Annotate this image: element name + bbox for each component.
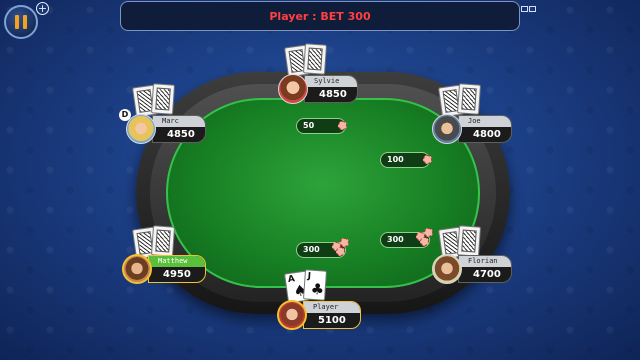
player-info-box: Sylvie 4850 <box>304 75 358 103</box>
pause-icon <box>15 15 19 29</box>
player-info-box: Florian 4700 <box>458 255 512 283</box>
bet-amount: 50 <box>303 121 315 130</box>
avatar-florian <box>432 254 462 284</box>
add-button[interactable]: + <box>36 2 49 15</box>
bet-amount: 300 <box>387 235 404 244</box>
player-name: Marc <box>153 116 205 127</box>
avatar-joe <box>432 114 462 144</box>
card-back <box>456 225 482 257</box>
player-chips: 4700 <box>473 269 501 280</box>
pause-button[interactable] <box>4 5 38 39</box>
player-chips: 4800 <box>473 129 501 140</box>
card-back <box>302 43 328 75</box>
player-chips: 4850 <box>319 89 347 100</box>
avatar-player <box>277 300 307 330</box>
player-chips: 4850 <box>167 129 195 140</box>
seat-sylvie: Sylvie 4850 <box>278 74 362 104</box>
bet-amount: 300 <box>303 245 320 254</box>
pause-icon-bar <box>23 15 27 29</box>
chip-icon <box>338 121 347 130</box>
chip-icon <box>424 228 433 237</box>
player-info-box: Marc 4850 <box>152 115 206 143</box>
player-info-box: Player 5100 <box>303 301 361 329</box>
player-name: Florian <box>459 256 511 267</box>
chip-icon <box>340 238 349 247</box>
chip-icon <box>423 155 432 164</box>
player-name: Player <box>304 302 360 313</box>
hand-card-2[interactable]: J ♣ <box>302 269 328 301</box>
player-info-box: Joe 4800 <box>458 115 512 143</box>
card-back <box>456 83 482 115</box>
player-name: Matthew <box>149 256 205 267</box>
status-message-bar: Player : BET 300 <box>120 1 520 31</box>
player-chips: 4950 <box>163 269 191 280</box>
seat-joe: Joe 4800 <box>432 114 516 144</box>
seat-florian: Florian 4700 <box>432 254 516 284</box>
card-back <box>150 225 176 257</box>
player-chips: 5100 <box>318 315 346 326</box>
avatar-matthew <box>122 254 152 284</box>
bet-amount: 100 <box>387 155 404 164</box>
window-icon <box>521 6 536 12</box>
avatar-sylvie <box>278 74 308 104</box>
card-back <box>150 83 176 115</box>
seat-matthew: Matthew 4950 <box>122 254 210 284</box>
avatar-marc <box>126 114 156 144</box>
player-name: Sylvie <box>305 76 357 87</box>
chip-icon <box>336 247 345 256</box>
seat-player: Player 5100 <box>277 300 365 330</box>
card-suit: ♣ <box>310 279 325 299</box>
player-info-box: Matthew 4950 <box>148 255 206 283</box>
seat-marc: Marc 4850 <box>126 114 210 144</box>
status-message: Player : BET 300 <box>269 9 371 23</box>
player-name: Joe <box>459 116 511 127</box>
chip-icon <box>420 237 429 246</box>
